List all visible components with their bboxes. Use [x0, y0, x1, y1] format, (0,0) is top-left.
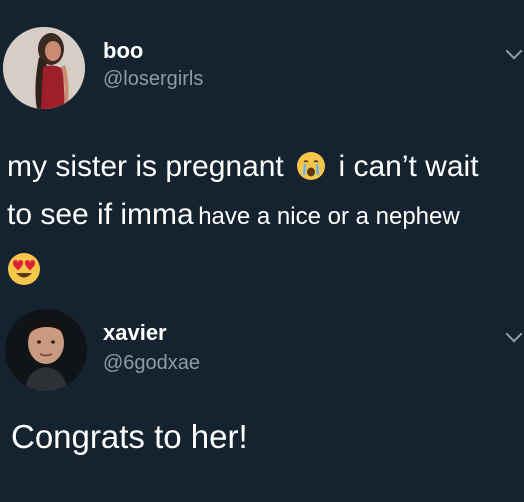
- chevron-down-icon[interactable]: [505, 42, 523, 60]
- chevron-down-icon[interactable]: [505, 325, 523, 343]
- tweet-text-line1: my sister is pregnant i can’t wait: [7, 150, 479, 184]
- avatar-xavier-image: [5, 309, 87, 391]
- tweet-text-line2: to see if imma have a nice or a nephew: [7, 198, 460, 232]
- heart-eyes-emoji-icon: [7, 252, 41, 286]
- display-name-xavier[interactable]: xavier: [103, 320, 167, 346]
- crying-face-emoji-icon: [296, 151, 326, 181]
- tweet-boo: boo @losergirls my sister is pregnant i …: [0, 0, 524, 300]
- avatar-boo[interactable]: [3, 27, 85, 109]
- handle-boo[interactable]: @losergirls: [103, 68, 203, 91]
- tweet-text-part2: i can’t wait: [338, 150, 479, 183]
- tweet-text-line3: [7, 252, 41, 286]
- avatar-boo-image: [3, 27, 85, 109]
- tweet-text-line2-a: to see if imma: [7, 198, 194, 231]
- tweet-xavier: xavier @6godxae Congrats to her!: [0, 300, 524, 502]
- handle-xavier[interactable]: @6godxae: [103, 352, 200, 375]
- display-name-boo[interactable]: boo: [103, 38, 143, 64]
- reply-text: Congrats to her!: [11, 418, 248, 455]
- tweet-text-line2-b: have a nice or a nephew: [198, 203, 460, 230]
- tweet-text-part1: my sister is pregnant: [7, 150, 284, 183]
- avatar-xavier[interactable]: [5, 309, 87, 391]
